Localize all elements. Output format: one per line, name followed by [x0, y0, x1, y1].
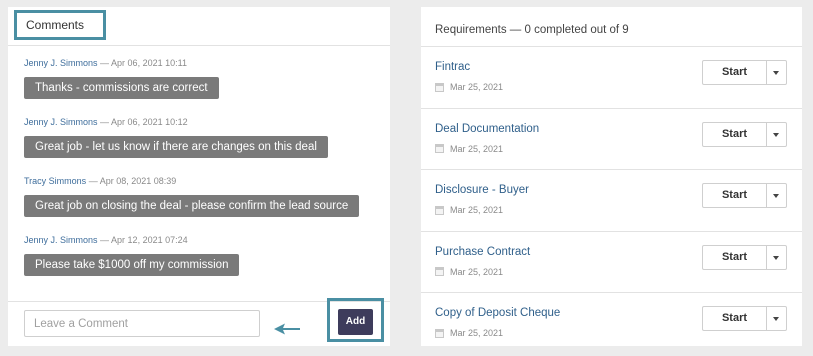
chevron-down-icon — [773, 71, 779, 75]
comments-header: Comments — [8, 7, 390, 46]
start-dropdown-toggle[interactable] — [767, 183, 787, 208]
start-button-group: Start — [702, 60, 787, 85]
comment-text: Please take $1000 off my commission — [24, 254, 240, 276]
requirement-date-text: Mar 25, 2021 — [450, 266, 504, 277]
requirement-item: Disclosure - Buyer Mar 25, 2021 Start — [421, 170, 802, 232]
comment-timestamp: — Apr 08, 2021 08:39 — [88, 176, 177, 186]
add-button-highlight: Add — [327, 298, 384, 342]
comment-item: Jenny J. Simmons — Apr 06, 2021 10:11 Th… — [24, 57, 219, 99]
comments-panel: Comments Jenny J. Simmons — Apr 06, 2021… — [8, 7, 390, 346]
chevron-down-icon — [773, 194, 779, 198]
requirement-item: Copy of Deposit Cheque Mar 25, 2021 Star… — [421, 293, 802, 355]
requirement-title[interactable]: Fintrac — [435, 61, 470, 73]
comment-timestamp: — Apr 06, 2021 10:12 — [100, 117, 188, 127]
start-button[interactable]: Start — [702, 121, 767, 147]
comment-timestamp: — Apr 12, 2021 07:24 — [100, 235, 188, 245]
calendar-icon — [435, 267, 444, 276]
add-comment-button[interactable]: Add — [338, 309, 373, 335]
comment-meta: Jenny J. Simmons — Apr 06, 2021 10:12 — [24, 116, 328, 128]
start-dropdown-toggle[interactable] — [767, 121, 787, 147]
comment-composer: Add — [8, 298, 390, 346]
requirement-title[interactable]: Purchase Contract — [435, 246, 530, 258]
arrow-left-icon — [274, 323, 300, 335]
comment-item: Jenny J. Simmons — Apr 12, 2021 07:24 Pl… — [24, 234, 240, 276]
requirements-list: Fintrac Mar 25, 2021 Start Deal Document… — [421, 47, 802, 355]
requirement-date: Mar 25, 2021 — [435, 205, 503, 215]
requirement-date-text: Mar 25, 2021 — [450, 143, 504, 154]
start-dropdown-toggle[interactable] — [767, 306, 787, 331]
start-button-group: Start — [702, 183, 787, 208]
chevron-down-icon — [773, 132, 779, 137]
comment-meta: Tracy Simmons — Apr 08, 2021 08:39 — [24, 175, 359, 187]
requirement-title[interactable]: Disclosure - Buyer — [435, 184, 529, 196]
comment-timestamp: — Apr 06, 2021 10:11 — [100, 58, 187, 68]
requirement-item: Fintrac Mar 25, 2021 Start — [421, 47, 802, 109]
calendar-icon — [435, 144, 444, 153]
comment-item: Jenny J. Simmons — Apr 06, 2021 10:12 Gr… — [24, 116, 328, 158]
calendar-icon — [435, 82, 444, 92]
comment-text: Thanks - commissions are correct — [24, 77, 219, 99]
comment-text: Great job - let us know if there are cha… — [24, 136, 328, 158]
requirements-panel: Requirements — 0 completed out of 9 Fint… — [421, 7, 802, 346]
requirement-date-text: Mar 25, 2021 — [450, 205, 504, 215]
comment-item: Tracy Simmons — Apr 08, 2021 08:39 Great… — [24, 175, 360, 217]
requirement-date: Mar 25, 2021 — [435, 328, 503, 338]
requirement-item: Purchase Contract Mar 25, 2021 Start — [421, 232, 802, 293]
start-button-group: Start — [702, 306, 787, 331]
requirement-date: Mar 25, 2021 — [435, 267, 503, 277]
comment-text: Great job on closing the deal - please c… — [24, 195, 360, 217]
requirement-title[interactable]: Copy of Deposit Cheque — [435, 307, 560, 319]
comment-meta: Jenny J. Simmons — Apr 12, 2021 07:24 — [24, 234, 239, 246]
requirement-item: Deal Documentation Mar 25, 2021 Start — [421, 109, 802, 170]
comment-author[interactable]: Jenny J. Simmons — [24, 58, 98, 68]
chevron-down-icon — [773, 255, 779, 260]
calendar-icon — [435, 205, 444, 215]
comment-meta: Jenny J. Simmons — Apr 06, 2021 10:11 — [24, 57, 219, 69]
start-dropdown-toggle[interactable] — [767, 60, 787, 85]
calendar-icon — [435, 328, 444, 338]
start-button[interactable]: Start — [702, 306, 767, 331]
requirement-date: Mar 25, 2021 — [435, 144, 503, 154]
start-dropdown-toggle[interactable] — [767, 244, 787, 270]
start-button[interactable]: Start — [702, 244, 767, 270]
start-button-group: Start — [702, 244, 787, 270]
requirement-date-text: Mar 25, 2021 — [450, 82, 504, 92]
requirement-date-text: Mar 25, 2021 — [450, 328, 504, 338]
chevron-down-icon — [773, 317, 779, 321]
comment-author[interactable]: Tracy Simmons — [24, 176, 86, 186]
start-button[interactable]: Start — [702, 60, 767, 85]
comment-author[interactable]: Jenny J. Simmons — [24, 235, 98, 245]
requirement-title[interactable]: Deal Documentation — [435, 123, 539, 135]
start-button[interactable]: Start — [702, 183, 767, 208]
comment-author[interactable]: Jenny J. Simmons — [24, 117, 98, 127]
requirements-header: Requirements — 0 completed out of 9 — [421, 7, 802, 47]
start-button-group: Start — [702, 121, 787, 147]
requirement-date: Mar 25, 2021 — [435, 82, 503, 92]
comment-input[interactable] — [24, 310, 260, 337]
comments-tab[interactable]: Comments — [14, 10, 106, 40]
